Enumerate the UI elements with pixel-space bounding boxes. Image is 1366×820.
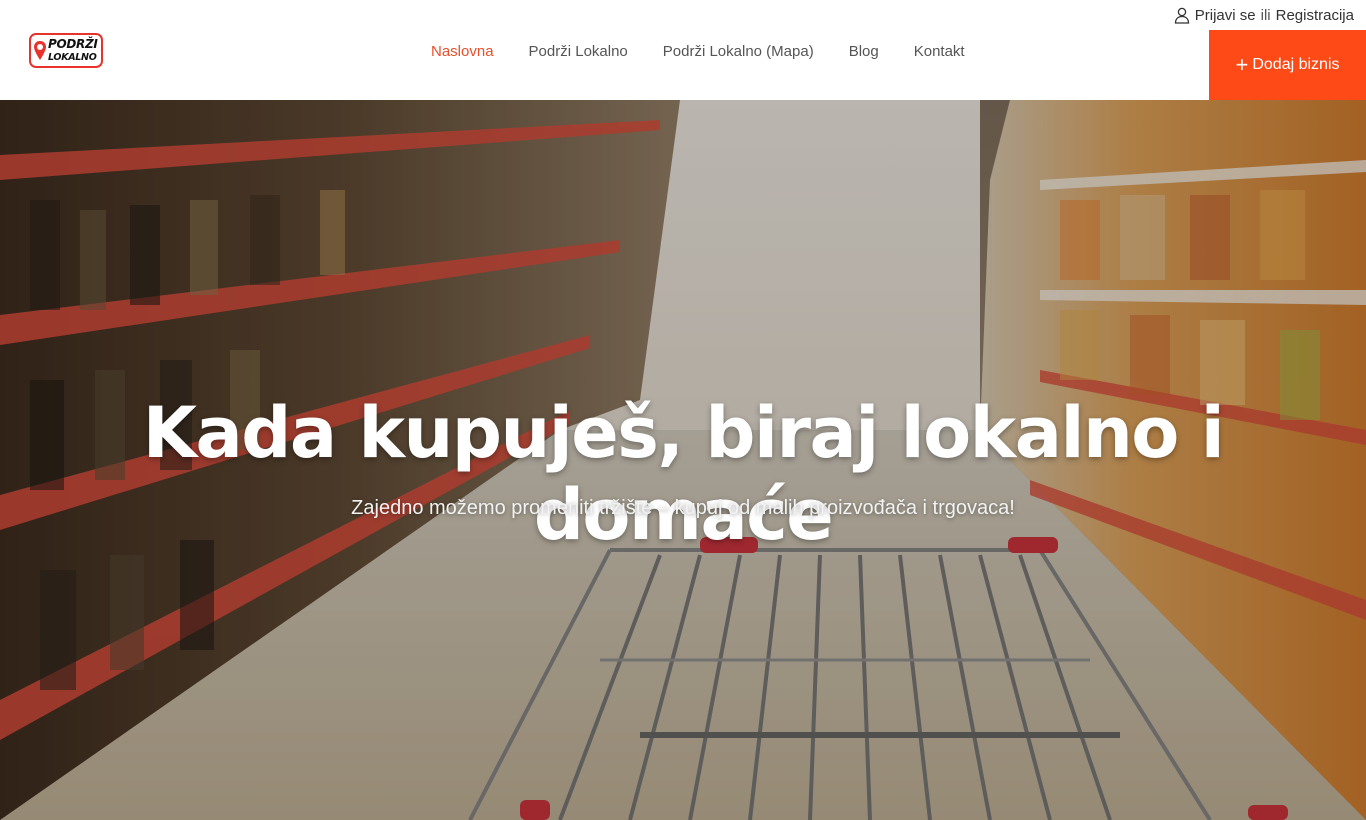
nav-item-podrzi-lokalno-mapa[interactable]: Podrži Lokalno (Mapa) bbox=[663, 43, 814, 60]
auth-separator: ili bbox=[1260, 6, 1271, 24]
hero-subtitle: Zajedno možemo promeniti tržište – kupuj… bbox=[351, 497, 1015, 519]
login-link[interactable]: Prijavi se bbox=[1195, 7, 1256, 24]
register-link[interactable]: Registracija bbox=[1276, 7, 1354, 24]
hero-section: Kada kupuješ, biraj lokalno i domaće Zaj… bbox=[0, 100, 1366, 820]
main-nav: Naslovna Podrži Lokalno Podrži Lokalno (… bbox=[414, 40, 965, 62]
logo-text: PODRŽI LOKALNO bbox=[48, 38, 102, 64]
nav-item-kontakt[interactable]: Kontakt bbox=[914, 43, 965, 60]
nav-item-naslovna[interactable]: Naslovna bbox=[431, 43, 494, 60]
add-business-button[interactable]: + Dodaj biznis bbox=[1209, 30, 1366, 100]
auth-links: Prijavi se ili Registracija bbox=[1174, 5, 1354, 25]
site-logo[interactable]: PODRŽI LOKALNO bbox=[29, 33, 103, 68]
logo-line-1: PODRŽI bbox=[48, 37, 98, 51]
plus-icon: + bbox=[1235, 52, 1249, 77]
location-pin-icon bbox=[34, 41, 46, 60]
hero-title: Kada kupuješ, biraj lokalno i domaće bbox=[142, 392, 1225, 556]
nav-item-blog[interactable]: Blog bbox=[849, 43, 879, 60]
logo-line-2: LOKALNO bbox=[48, 52, 97, 63]
site-header: PODRŽI LOKALNO Naslovna Podrži Lokalno P… bbox=[0, 0, 1366, 100]
nav-item-podrzi-lokalno[interactable]: Podrži Lokalno bbox=[529, 43, 628, 60]
add-business-label: Dodaj biznis bbox=[1252, 56, 1340, 73]
user-icon bbox=[1174, 7, 1189, 24]
